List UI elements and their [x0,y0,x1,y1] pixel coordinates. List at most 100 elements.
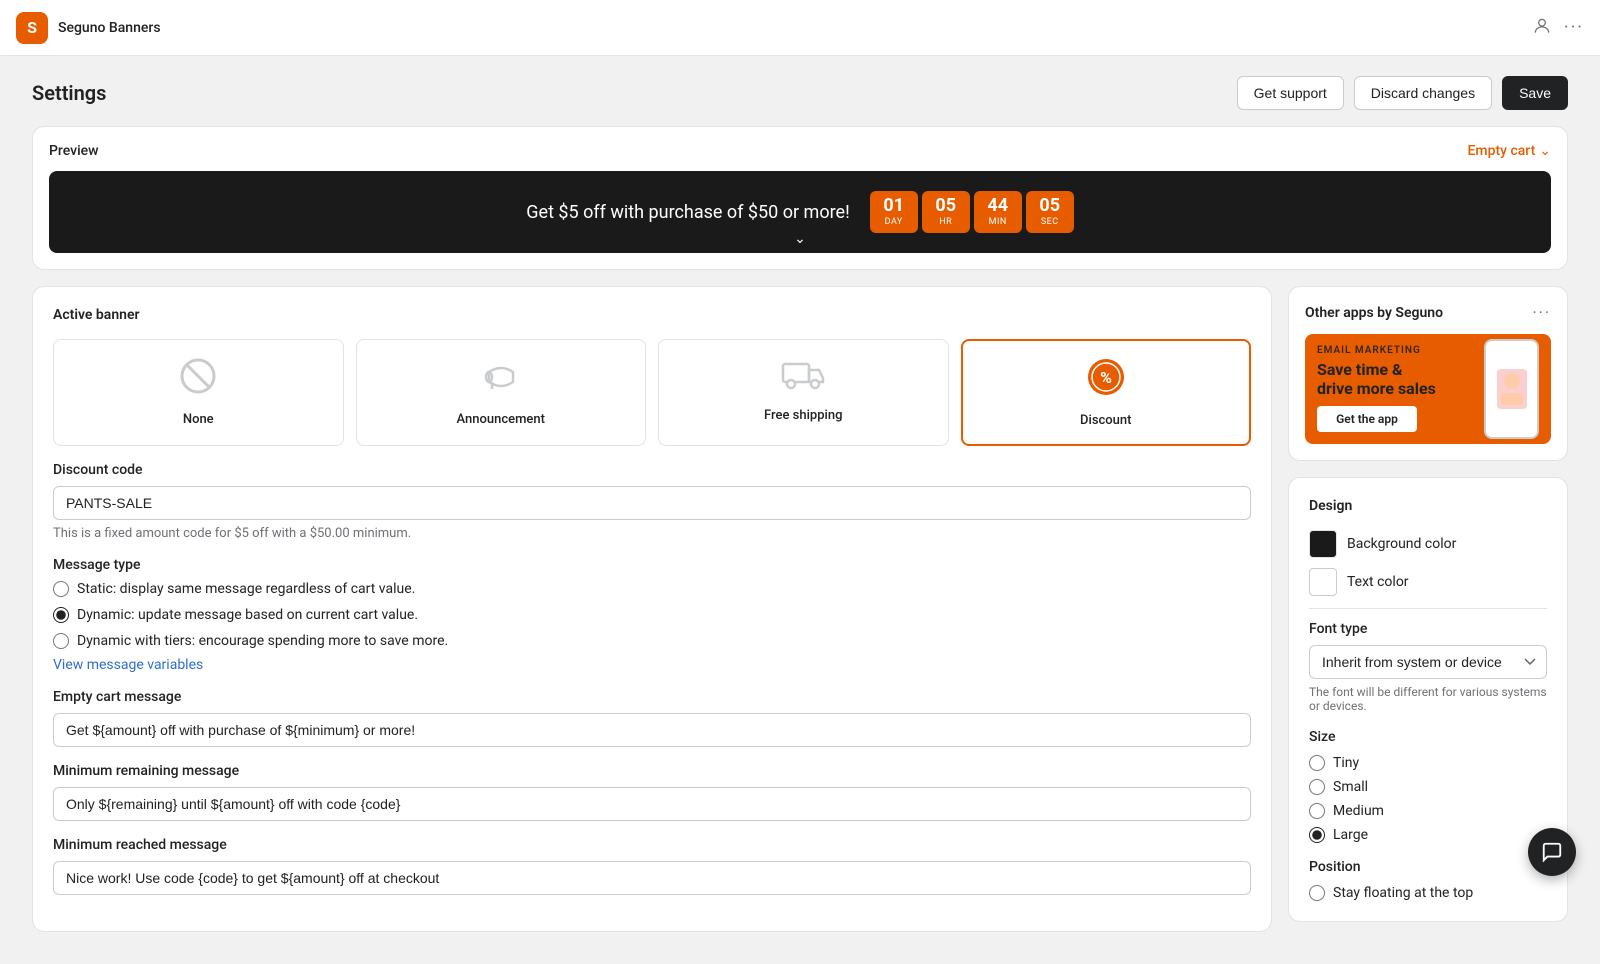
empty-cart-label: Empty cart [1467,143,1535,159]
size-small[interactable]: Small [1309,779,1547,795]
email-marketing-get-app-button[interactable]: Get the app [1317,406,1417,432]
font-type-label: Font type [1309,621,1547,637]
size-options: Tiny Small Medium Large [1309,755,1547,843]
size-medium-radio[interactable] [1309,803,1325,819]
countdown: 01 DAY 05 HR 44 MIN 05 SEC [870,191,1074,233]
discount-code-hint: This is a fixed amount code for $5 off w… [53,526,1251,541]
banner-type-none[interactable]: None [53,339,344,446]
countdown-sec: 05 SEC [1026,191,1074,233]
get-support-button[interactable]: Get support [1237,76,1344,110]
banner-type-none-label: None [70,412,327,427]
other-apps-header: Other apps by Seguno ··· [1305,303,1551,322]
font-type-section: Font type Inherit from system or device … [1309,621,1547,713]
none-icon [70,356,327,404]
topbar-left: S Seguno Banners [16,12,161,44]
discount-code-label: Discount code [53,462,1251,478]
size-medium-label: Medium [1333,803,1384,819]
position-floating-radio[interactable] [1309,885,1325,901]
chevron-down-icon: ⌄ [1539,143,1551,159]
background-color-label: Background color [1347,536,1456,552]
font-type-select[interactable]: Inherit from system or device [1309,645,1547,679]
countdown-day-label: DAY [880,217,908,227]
preview-card: Preview Empty cart ⌄ Get $5 off with pur… [32,126,1568,270]
size-label: Size [1309,729,1547,745]
banner-type-announcement[interactable]: Announcement [356,339,647,446]
design-card: Design Background color Text color Font … [1288,477,1568,922]
chat-button[interactable] [1528,828,1576,876]
empty-cart-message-label: Empty cart message [53,689,1251,705]
banner-type-announcement-label: Announcement [373,412,630,427]
topbar: S Seguno Banners ··· [0,0,1600,56]
view-message-variables-link[interactable]: View message variables [53,657,203,673]
banner-type-free-shipping[interactable]: Free shipping [658,339,949,446]
countdown-hr-value: 05 [932,197,960,215]
email-marketing-tag: EMAIL MARKETING [1317,345,1539,356]
save-button[interactable]: Save [1502,76,1568,110]
countdown-day-value: 01 [880,197,908,215]
size-large[interactable]: Large [1309,827,1547,843]
size-tiny[interactable]: Tiny [1309,755,1547,771]
countdown-min-label: MIN [984,217,1012,227]
topbar-right: ··· [1532,16,1584,40]
message-type-dynamic-tiers-label: Dynamic with tiers: encourage spending m… [77,633,448,649]
minimum-remaining-label: Minimum remaining message [53,763,1251,779]
text-color-row: Text color [1309,568,1547,596]
left-panel: Active banner None [32,286,1272,932]
message-type-dynamic-tiers-radio[interactable] [53,633,69,649]
active-banner-title: Active banner [53,307,1251,323]
discount-code-input[interactable] [53,486,1251,520]
banner-expand-icon[interactable]: ⌄ [794,231,806,247]
message-type-static-radio[interactable] [53,581,69,597]
countdown-hr: 05 HR [922,191,970,233]
message-type-radio-group: Static: display same message regardless … [53,581,1251,649]
empty-cart-message-input[interactable] [53,713,1251,747]
message-type-dynamic-tiers[interactable]: Dynamic with tiers: encourage spending m… [53,633,1251,649]
empty-cart-button[interactable]: Empty cart ⌄ [1467,143,1551,159]
size-medium[interactable]: Medium [1309,803,1547,819]
message-type-dynamic[interactable]: Dynamic: update message based on current… [53,607,1251,623]
text-color-swatch[interactable] [1309,568,1337,596]
minimum-reached-label: Minimum reached message [53,837,1251,853]
size-large-radio[interactable] [1309,827,1325,843]
size-tiny-radio[interactable] [1309,755,1325,771]
other-apps-more-icon[interactable]: ··· [1532,303,1551,322]
user-icon[interactable] [1532,16,1552,40]
message-type-label: Message type [53,557,1251,573]
discard-changes-button[interactable]: Discard changes [1354,76,1492,110]
message-type-static[interactable]: Static: display same message regardless … [53,581,1251,597]
app-name: Seguno Banners [58,20,161,36]
header-actions: Get support Discard changes Save [1237,76,1568,110]
banner-type-discount-label: Discount [979,413,1234,428]
countdown-hr-label: HR [932,217,960,227]
position-section: Position Stay floating at the top [1309,859,1547,901]
position-label: Position [1309,859,1547,875]
other-apps-title: Other apps by Seguno [1305,305,1443,321]
email-marketing-content: EMAIL MARKETING Save time &drive more sa… [1317,345,1539,432]
announcement-icon [373,356,630,404]
active-banner-card: Active banner None [32,286,1272,932]
main-content: Active banner None [0,286,1600,964]
position-floating[interactable]: Stay floating at the top [1309,885,1547,901]
countdown-min: 44 MIN [974,191,1022,233]
font-hint: The font will be different for various s… [1309,685,1547,713]
topbar-more-icon[interactable]: ··· [1564,17,1584,38]
banner-type-discount[interactable]: % Discount [961,339,1252,446]
minimum-reached-input[interactable] [53,861,1251,895]
banner-type-selector: None Announcement [53,339,1251,446]
app-logo-icon: S [16,12,48,44]
countdown-sec-value: 05 [1036,197,1064,215]
design-title: Design [1309,498,1547,514]
size-section: Size Tiny Small Medium [1309,729,1547,843]
size-small-radio[interactable] [1309,779,1325,795]
background-color-swatch[interactable] [1309,530,1337,558]
other-apps-card: Other apps by Seguno ··· EMAIL MARKETING… [1288,286,1568,461]
email-marketing-banner[interactable]: EMAIL MARKETING Save time &drive more sa… [1305,334,1551,444]
message-type-dynamic-radio[interactable] [53,607,69,623]
banner-type-shipping-label: Free shipping [675,408,932,423]
minimum-remaining-input[interactable] [53,787,1251,821]
preview-header: Preview Empty cart ⌄ [49,143,1551,159]
message-type-static-label: Static: display same message regardless … [77,581,415,597]
empty-cart-message-section: Empty cart message [53,689,1251,747]
right-panel: Other apps by Seguno ··· EMAIL MARKETING… [1288,286,1568,932]
text-color-label: Text color [1347,574,1409,590]
